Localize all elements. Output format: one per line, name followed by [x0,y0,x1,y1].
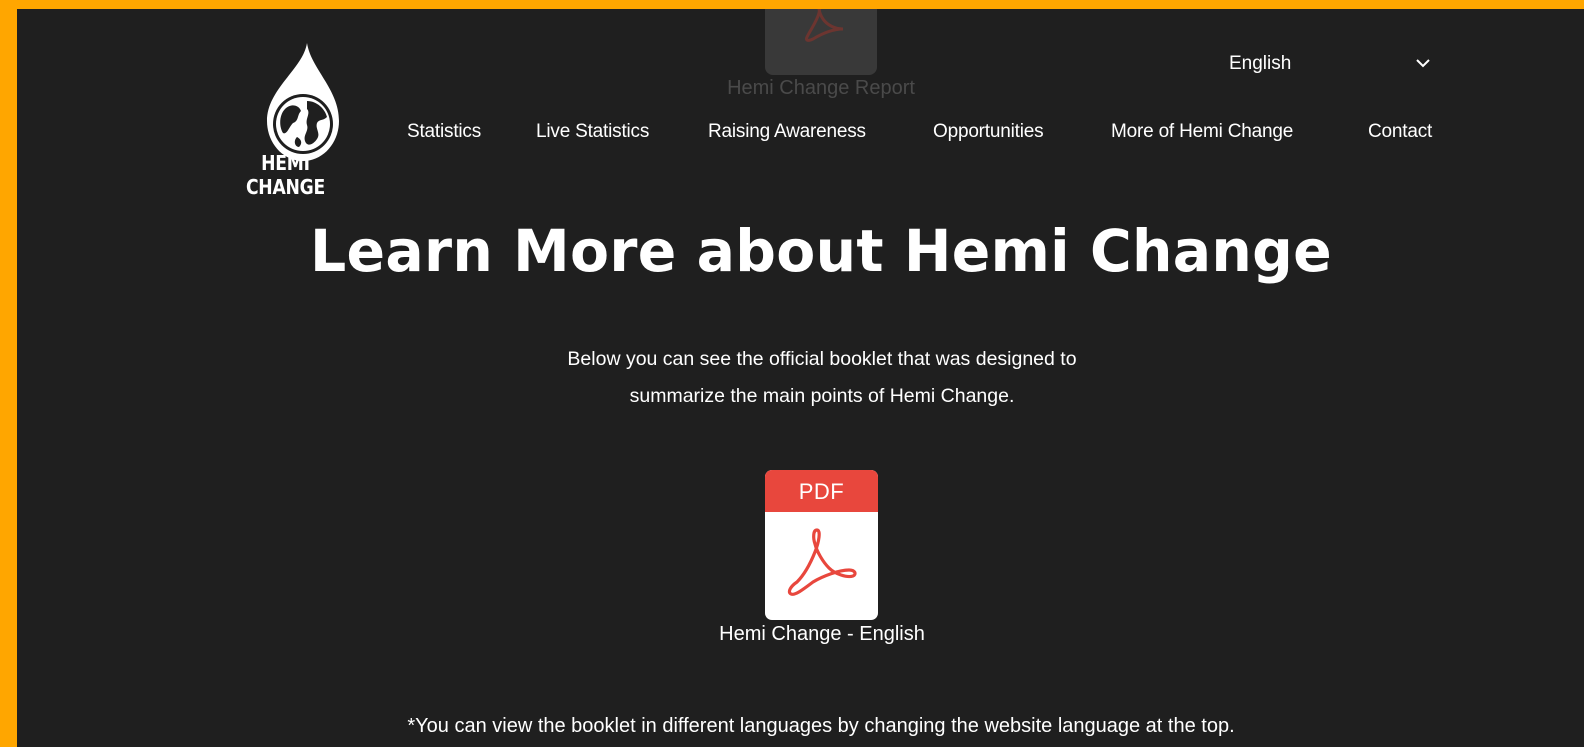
language-selected: English [1229,53,1292,74]
nav-contact[interactable]: Contact [1368,121,1432,143]
nav-more-of-hemi-change[interactable]: More of Hemi Change [1111,121,1293,143]
report-tile[interactable] [765,9,877,75]
nav-opportunities[interactable]: Opportunities [933,121,1044,143]
pdf-caption[interactable]: Hemi Change - English [657,623,987,646]
nav-live-statistics[interactable]: Live Statistics [536,121,649,143]
pdf-acrobat-icon [805,9,844,42]
language-note: *You can view the booklet in different l… [407,715,1235,737]
pdf-acrobat-icon [787,528,857,596]
description-line-2: summarize the main points of Hemi Change… [629,385,1015,407]
chevron-down-icon [1416,59,1430,68]
nav-raising-awareness[interactable]: Raising Awareness [708,121,866,143]
page-title: Learn More about Hemi Change [309,217,1332,285]
page-description: Below you can see the official booklet t… [472,341,1172,415]
report-label[interactable]: Hemi Change Report [708,77,934,100]
pdf-badge: PDF [765,470,878,512]
page-frame: Hemi Change Report HEMI CHANGE English S… [17,9,1584,747]
pdf-download-button[interactable]: PDF [765,470,878,620]
brand-name: HEMI CHANGE [245,151,325,199]
nav-statistics[interactable]: Statistics [407,121,481,143]
description-line-1: Below you can see the official booklet t… [567,348,1077,370]
language-select[interactable]: English [1229,49,1449,79]
